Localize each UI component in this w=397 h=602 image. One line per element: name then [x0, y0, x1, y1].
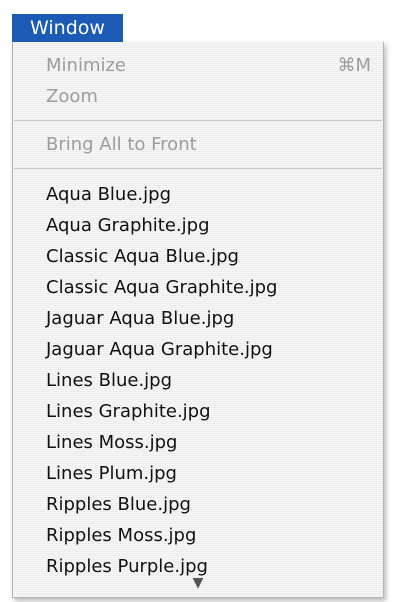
file-menu-item[interactable]: Lines Graphite.jpg: [46, 398, 371, 426]
file-menu-item[interactable]: Lines Moss.jpg: [46, 429, 371, 457]
file-menu-item[interactable]: Ripples Blue.jpg: [46, 491, 371, 519]
file-menu-item[interactable]: Aqua Blue.jpg: [46, 181, 371, 209]
minimize-menu-item: Minimize ⌘M: [46, 52, 371, 80]
file-menu-item[interactable]: Lines Blue.jpg: [46, 367, 371, 395]
bring-all-to-front-label: Bring All to Front: [46, 134, 197, 155]
file-menu-item[interactable]: Jaguar Aqua Graphite.jpg: [46, 336, 371, 364]
file-menu-item[interactable]: Jaguar Aqua Blue.jpg: [46, 305, 371, 333]
file-menu-item[interactable]: Classic Aqua Graphite.jpg: [46, 274, 371, 302]
window-menu-title[interactable]: Window: [12, 14, 123, 42]
file-menu-item[interactable]: Classic Aqua Blue.jpg: [46, 243, 371, 271]
menu-separator: [14, 168, 382, 169]
menu-separator: [14, 120, 382, 121]
chevron-down-icon[interactable]: ▼: [13, 575, 383, 591]
zoom-menu-item: Zoom: [46, 83, 371, 111]
file-menu-item[interactable]: Lines Plum.jpg: [46, 460, 371, 488]
zoom-label: Zoom: [46, 86, 98, 107]
file-menu-item[interactable]: Ripples Moss.jpg: [46, 522, 371, 550]
file-menu-item[interactable]: Aqua Graphite.jpg: [46, 212, 371, 240]
window-menu-dropdown: Minimize ⌘M Zoom Bring All to Front Aqua…: [12, 42, 384, 598]
bring-all-to-front-menu-item: Bring All to Front: [46, 131, 371, 159]
minimize-label: Minimize: [46, 55, 126, 76]
minimize-shortcut: ⌘M: [337, 55, 371, 76]
